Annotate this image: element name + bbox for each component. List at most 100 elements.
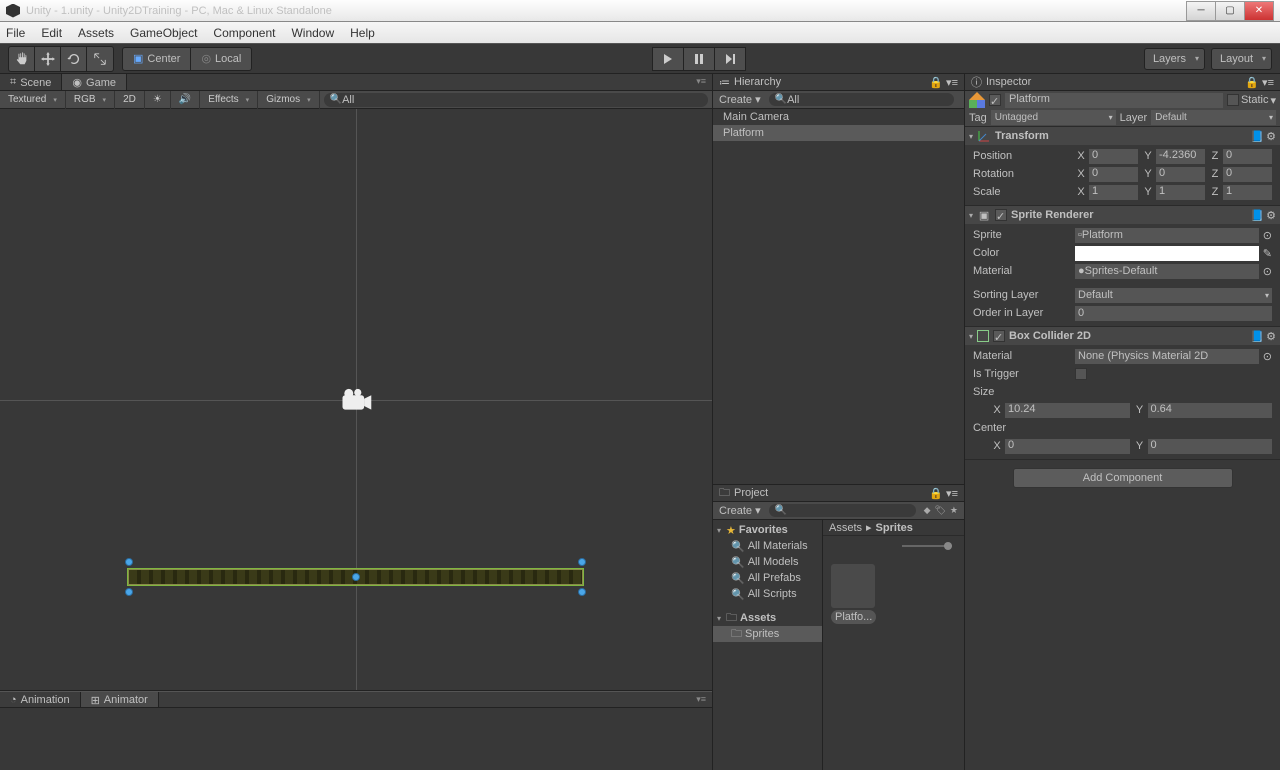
fold-icon[interactable]: ▾: [969, 132, 973, 141]
panel-menu-icon[interactable]: ▾≡: [946, 76, 958, 89]
scale-tool-button[interactable]: [87, 47, 113, 71]
sorting-layer-dropdown[interactable]: Default▾: [1075, 288, 1272, 303]
hierarchy-item[interactable]: Main Camera: [713, 109, 964, 125]
scale-z-input[interactable]: 1: [1223, 185, 1272, 200]
lighting-toggle[interactable]: ☀: [145, 91, 171, 109]
favorite-item[interactable]: 🔍All Models: [713, 554, 822, 570]
render-mode-dropdown[interactable]: RGB: [66, 91, 115, 109]
object-name-input[interactable]: Platform: [1005, 93, 1223, 108]
assets-folder[interactable]: 🗀Assets: [713, 610, 822, 626]
play-button[interactable]: [652, 47, 684, 71]
hierarchy-search-input[interactable]: 🔍All: [769, 93, 954, 106]
is-trigger-checkbox[interactable]: [1075, 368, 1087, 380]
minimize-button[interactable]: ─: [1186, 1, 1216, 21]
lock-icon[interactable]: 🔒: [929, 487, 943, 500]
create-dropdown[interactable]: Create ▾: [719, 504, 761, 517]
menu-assets[interactable]: Assets: [78, 26, 114, 40]
panel-menu-icon[interactable]: ▾≡: [946, 487, 958, 500]
step-button[interactable]: [714, 47, 746, 71]
hierarchy-item[interactable]: Platform: [713, 125, 964, 141]
scale-y-input[interactable]: 1: [1156, 185, 1205, 200]
selection-handle[interactable]: [125, 588, 133, 596]
platform-object[interactable]: [128, 569, 583, 585]
gear-icon[interactable]: ⚙: [1266, 209, 1276, 222]
shading-mode-dropdown[interactable]: Textured: [0, 91, 66, 109]
order-input[interactable]: 0: [1075, 306, 1272, 321]
selection-handle[interactable]: [578, 558, 586, 566]
filter-icon[interactable]: 🏷: [934, 505, 945, 516]
gear-icon[interactable]: ⚙: [1266, 330, 1276, 343]
selection-handle[interactable]: [578, 588, 586, 596]
layer-dropdown[interactable]: Default: [1151, 110, 1276, 125]
game-tab[interactable]: ◉Game: [62, 74, 127, 90]
pivot-toggle[interactable]: ▣Center: [123, 48, 191, 70]
component-enable-checkbox[interactable]: ✓: [995, 209, 1007, 221]
2d-toggle[interactable]: 2D: [115, 91, 145, 109]
selection-handle[interactable]: [125, 558, 133, 566]
component-enable-checkbox[interactable]: ✓: [993, 330, 1005, 342]
gizmos-dropdown[interactable]: Gizmos: [258, 91, 319, 109]
project-search-input[interactable]: 🔍: [769, 504, 916, 517]
favorite-item[interactable]: 🔍All Materials: [713, 538, 822, 554]
help-icon[interactable]: 📘: [1250, 130, 1264, 143]
center-x-input[interactable]: 0: [1005, 439, 1130, 454]
object-picker-icon[interactable]: ⊙: [1263, 265, 1272, 278]
filter-icon[interactable]: ◆: [924, 505, 931, 516]
scene-search-input[interactable]: 🔍All: [324, 93, 708, 107]
sprites-folder[interactable]: 🗀Sprites: [713, 626, 822, 642]
size-y-input[interactable]: 0.64: [1148, 403, 1273, 418]
sprite-field[interactable]: ▫Platform: [1075, 228, 1259, 243]
position-z-input[interactable]: 0: [1223, 149, 1272, 164]
scene-view[interactable]: [0, 109, 712, 690]
scene-tab[interactable]: ⌗Scene: [0, 74, 62, 90]
favorite-item[interactable]: 🔍All Prefabs: [713, 570, 822, 586]
space-toggle[interactable]: ◎Local: [191, 48, 251, 70]
camera-gizmo-icon[interactable]: [338, 388, 374, 412]
color-field[interactable]: [1075, 246, 1259, 261]
position-y-input[interactable]: -4.2360: [1156, 149, 1205, 164]
animator-tab[interactable]: ⊞Animator: [81, 692, 159, 707]
rotation-z-input[interactable]: 0: [1223, 167, 1272, 182]
favorite-item[interactable]: 🔍All Scripts: [713, 586, 822, 602]
static-dropdown-icon[interactable]: ▾: [1270, 94, 1276, 107]
fold-icon[interactable]: ▾: [969, 211, 973, 220]
selection-handle[interactable]: [352, 573, 360, 581]
breadcrumb-item[interactable]: Assets: [829, 522, 862, 534]
favorites-folder[interactable]: ★Favorites: [713, 522, 822, 538]
physics-material-field[interactable]: None (Physics Material 2D: [1075, 349, 1259, 364]
rotation-x-input[interactable]: 0: [1089, 167, 1138, 182]
layout-dropdown[interactable]: Layout: [1211, 48, 1272, 70]
menu-component[interactable]: Component: [213, 26, 275, 40]
object-picker-icon[interactable]: ⊙: [1263, 350, 1272, 363]
maximize-button[interactable]: ▢: [1215, 1, 1245, 21]
eyedropper-icon[interactable]: ✎: [1263, 247, 1272, 260]
lock-icon[interactable]: 🔒: [1245, 76, 1259, 89]
rotate-tool-button[interactable]: [61, 47, 87, 71]
asset-item[interactable]: Platfo...: [831, 564, 875, 624]
rotation-y-input[interactable]: 0: [1156, 167, 1205, 182]
menu-window[interactable]: Window: [291, 26, 334, 40]
create-dropdown[interactable]: Create ▾: [719, 93, 761, 106]
tab-dropdown-icon[interactable]: ▾≡: [690, 74, 712, 90]
audio-toggle[interactable]: 🔊: [171, 91, 200, 109]
panel-menu-icon[interactable]: ▾≡: [1262, 76, 1274, 89]
gear-icon[interactable]: ⚙: [1266, 130, 1276, 143]
lock-icon[interactable]: 🔒: [929, 76, 943, 89]
tab-dropdown-icon[interactable]: ▾≡: [690, 692, 712, 707]
static-checkbox[interactable]: [1227, 94, 1239, 106]
save-icon[interactable]: ★: [950, 505, 958, 516]
help-icon[interactable]: 📘: [1250, 209, 1264, 222]
size-x-input[interactable]: 10.24: [1005, 403, 1130, 418]
active-checkbox[interactable]: ✓: [989, 94, 1001, 106]
hand-tool-button[interactable]: [9, 47, 35, 71]
menu-edit[interactable]: Edit: [41, 26, 62, 40]
effects-dropdown[interactable]: Effects: [200, 91, 258, 109]
breadcrumb-item[interactable]: Sprites: [876, 522, 913, 534]
position-x-input[interactable]: 0: [1089, 149, 1138, 164]
close-button[interactable]: ✕: [1244, 1, 1274, 21]
material-field[interactable]: ●Sprites-Default: [1075, 264, 1259, 279]
menu-help[interactable]: Help: [350, 26, 375, 40]
animation-tab[interactable]: ◔Animation: [0, 692, 81, 707]
fold-icon[interactable]: ▾: [969, 332, 973, 341]
scale-x-input[interactable]: 1: [1089, 185, 1138, 200]
